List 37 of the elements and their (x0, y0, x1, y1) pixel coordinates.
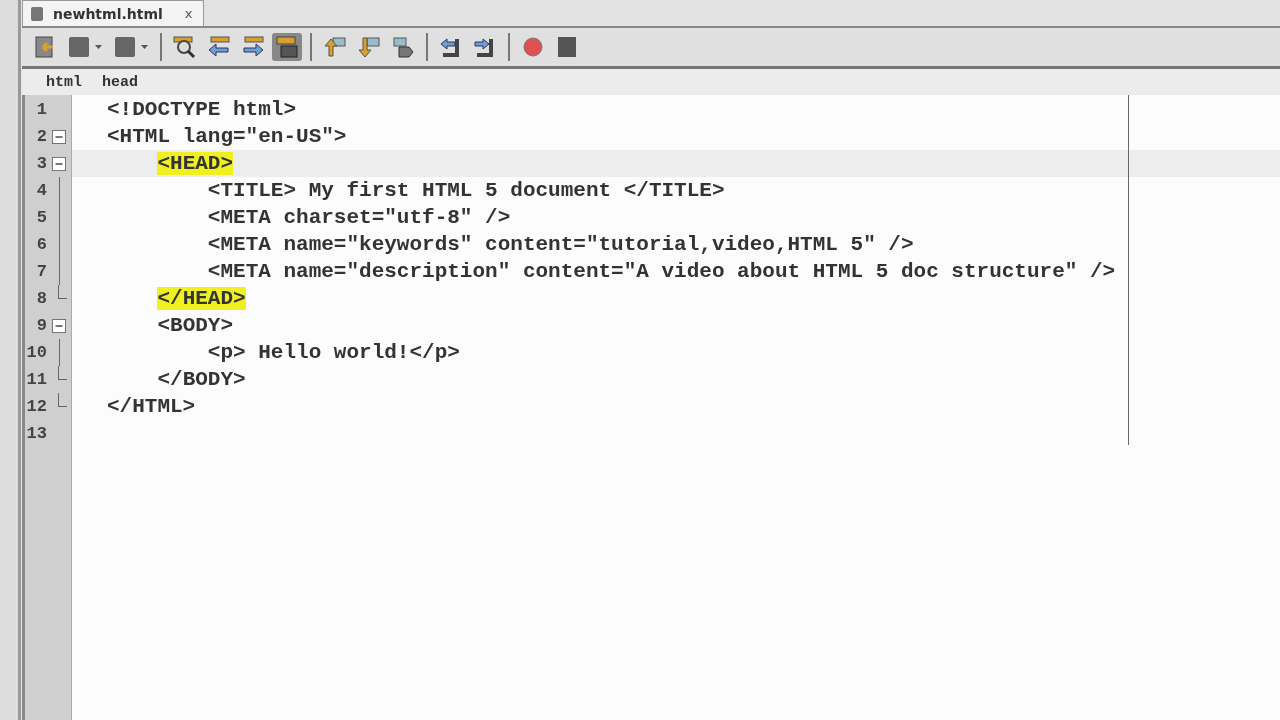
line-number: 11 (25, 370, 47, 389)
file-tab[interactable]: newhtml.html x (22, 0, 204, 26)
code-line: <META name="keywords" content="tutorial,video,HTML 5" /> (207, 233, 914, 256)
fold-end-line (58, 366, 67, 380)
code-line: <META name="description" content="A video about HTML 5 doc structure" /> (207, 260, 1116, 283)
window-button[interactable] (272, 33, 302, 61)
line-number: 12 (25, 397, 47, 416)
line-number: 5 (35, 208, 47, 227)
document-icon (29, 5, 45, 22)
fold-line (58, 339, 60, 366)
line-number: 4 (35, 181, 47, 200)
code-line: <!DOCTYPE html> (107, 98, 297, 121)
line-number: 10 (25, 343, 47, 362)
close-button[interactable]: x (184, 6, 193, 21)
line-number: 3 (35, 154, 47, 173)
line-number: 1 (35, 100, 47, 119)
collapse-icon[interactable] (52, 318, 66, 333)
collapse-icon[interactable] (52, 129, 66, 144)
code-line: <TITLE> My first HTML 5 document </TITLE> (207, 179, 725, 202)
code-line: </HTML> (107, 395, 196, 418)
breadcrumb-item[interactable]: html (46, 73, 82, 91)
collapse-icon[interactable] (52, 156, 66, 171)
line-number: 9 (35, 316, 47, 335)
line-number: 7 (35, 262, 47, 281)
code-line: <HTML lang="en-US"> (107, 125, 347, 148)
line-number: 2 (35, 127, 47, 146)
code-line: <p> Hello world!</p> (207, 341, 460, 364)
fold-end-line (58, 285, 67, 299)
tab-title: newhtml.html (53, 5, 163, 22)
code-line: <META charset="utf-8" /> (207, 206, 511, 229)
code-line: </BODY> (157, 368, 246, 391)
code-line: <BODY> (157, 314, 234, 337)
breadcrumb-item[interactable]: head (102, 73, 139, 91)
line-number: 6 (35, 235, 47, 254)
line-number: 13 (25, 424, 47, 443)
fold-end-line (58, 393, 67, 407)
line-number: 8 (35, 289, 47, 308)
